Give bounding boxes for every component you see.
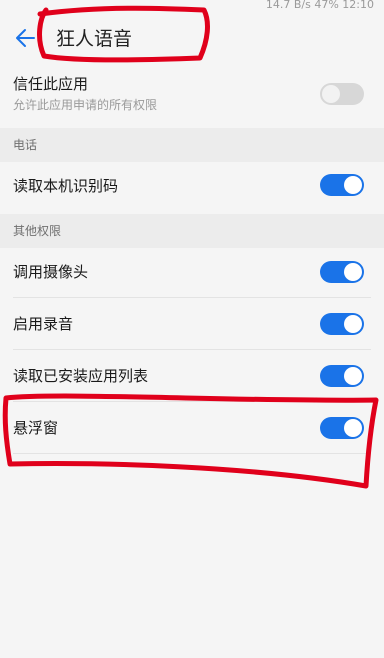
back-arrow-icon [16,29,35,47]
permission-row-app-list[interactable]: 读取已安装应用列表 [0,350,384,402]
permission-label: 读取本机识别码 [13,177,119,195]
section-header-other: 其他权限 [0,214,384,248]
trust-app-toggle[interactable] [320,83,364,105]
permission-label: 悬浮窗 [13,419,59,437]
toggle-knob [344,176,362,194]
page-title: 狂人语音 [56,28,133,50]
toggle-knob [344,367,362,385]
permission-row-floating-window[interactable]: 悬浮窗 [0,402,384,454]
toggle-knob [322,85,340,103]
permission-row-record[interactable]: 启用录音 [0,298,384,350]
toggle-knob [344,315,362,333]
section-title: 其他权限 [13,224,62,238]
floating-window-toggle[interactable] [320,417,364,439]
toggle-knob [344,263,362,281]
toggle-knob [344,419,362,437]
permission-label: 启用录音 [13,315,74,333]
status-text: 14.7 B/s 47% 12:10 [265,0,374,11]
section-header-phone: 电话 [0,128,384,162]
trust-app-row[interactable]: 信任此应用 允许此应用申请的所有权限 [0,66,384,124]
permission-row-device-id[interactable]: 读取本机识别码 [0,162,384,210]
status-bar: 14.7 B/s 47% 12:10 [0,0,384,14]
trust-app-label: 信任此应用 [13,75,89,93]
back-button[interactable] [12,24,40,52]
device-id-toggle[interactable] [320,174,364,196]
divider [13,453,371,454]
app-bar: 狂人语音 [0,14,384,64]
section-title: 电话 [13,138,38,152]
trust-app-description: 允许此应用申请的所有权限 [13,98,158,112]
record-toggle[interactable] [320,313,364,335]
permission-label: 调用摄像头 [13,263,89,281]
app-list-toggle[interactable] [320,365,364,387]
permission-label: 读取已安装应用列表 [13,367,149,385]
camera-toggle[interactable] [320,261,364,283]
permission-row-camera[interactable]: 调用摄像头 [0,248,384,298]
